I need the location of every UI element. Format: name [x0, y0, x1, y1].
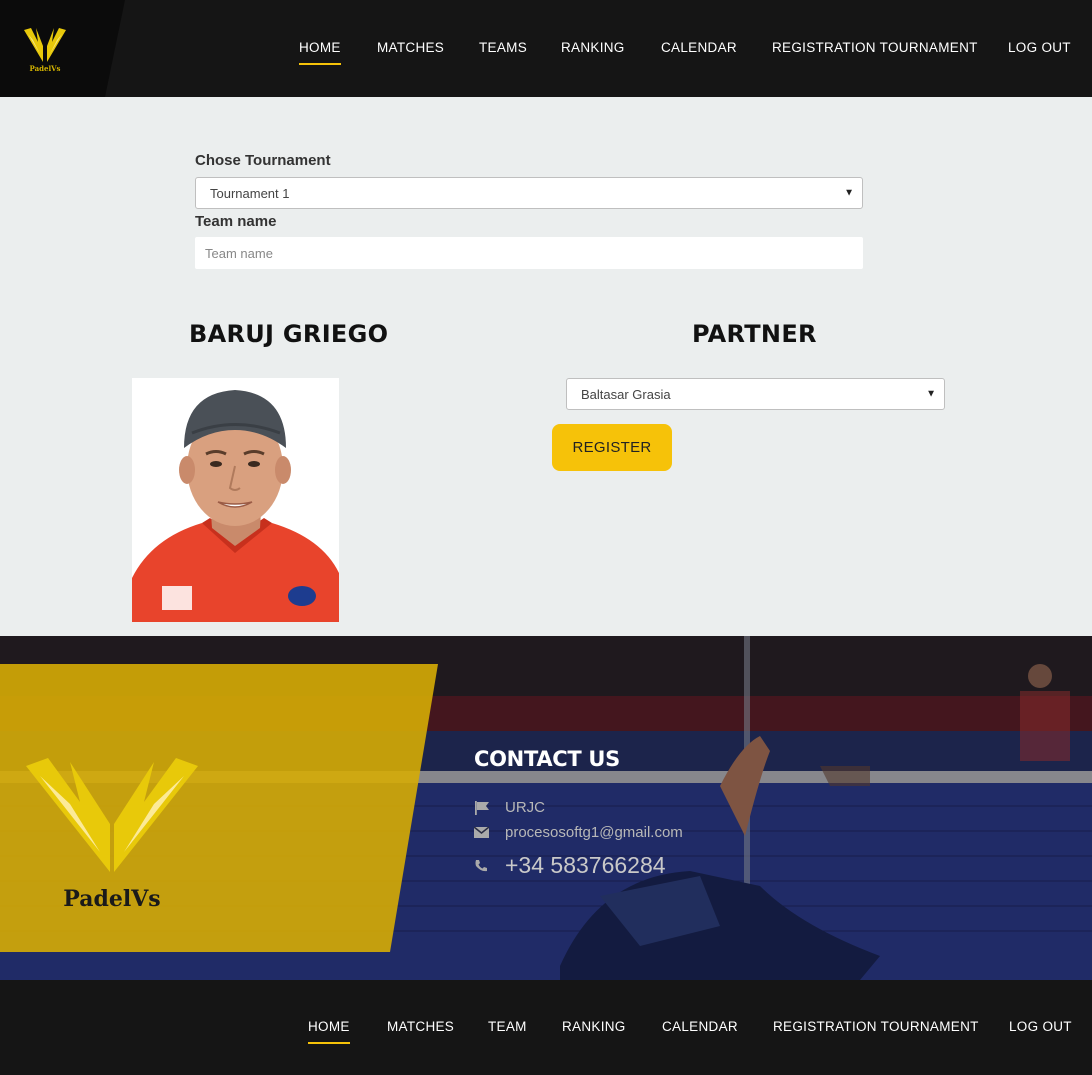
- phone-icon: [474, 859, 505, 873]
- nav-matches[interactable]: MATCHES: [377, 40, 444, 55]
- nav-home[interactable]: HOME: [299, 40, 341, 65]
- footer-nav-calendar[interactable]: CALENDAR: [662, 1019, 738, 1034]
- footer-nav-home[interactable]: HOME: [308, 1019, 350, 1044]
- register-button[interactable]: REGISTER: [552, 424, 672, 471]
- site-footer: HOME MATCHES TEAM RANKING CALENDAR REGIS…: [0, 980, 1092, 1075]
- partner-select-value: Baltasar Grasia: [581, 386, 671, 402]
- envelope-icon: [474, 826, 505, 839]
- footer-nav-team[interactable]: TEAM: [488, 1019, 527, 1034]
- site-header: PadelVs HOME MATCHES TEAMS RANKING CALEN…: [0, 0, 1092, 97]
- contact-phone[interactable]: +34 583766284: [505, 852, 666, 879]
- padelvs-logo[interactable]: PadelVs: [16, 20, 74, 75]
- team-name-input[interactable]: [195, 237, 863, 269]
- svg-text:PadelVs: PadelVs: [30, 64, 61, 73]
- contact-phone-row: +34 583766284: [474, 852, 666, 879]
- footer-nav-log-out[interactable]: LOG OUT: [1009, 1019, 1072, 1034]
- team-name-label: Team name: [195, 213, 277, 230]
- chevron-down-icon: ▼: [844, 187, 854, 199]
- contact-title: CONTACT US: [474, 747, 621, 771]
- contact-address-row: URJC: [474, 799, 545, 816]
- contact-section: PadelVs CONTACT US URJC procesosoftg1@gm…: [0, 636, 1092, 980]
- contact-email-row: procesosoftg1@gmail.com: [474, 824, 683, 841]
- contact-address: URJC: [505, 799, 545, 816]
- player-portrait-image: [132, 378, 339, 622]
- tournament-label: Chose Tournament: [195, 152, 331, 169]
- player-name-heading: BARUJ GRIEGO: [189, 320, 389, 348]
- padelvs-logo-large: PadelVs: [26, 758, 198, 912]
- nav-registration-tournament[interactable]: REGISTRATION TOURNAMENT: [772, 40, 978, 55]
- tournament-select[interactable]: Tournament 1 ▼: [195, 177, 863, 209]
- tournament-select-value: Tournament 1: [210, 185, 290, 201]
- contact-email[interactable]: procesosoftg1@gmail.com: [505, 824, 683, 841]
- footer-nav-ranking[interactable]: RANKING: [562, 1019, 626, 1034]
- partner-select[interactable]: Baltasar Grasia ▼: [566, 378, 945, 410]
- partner-heading: PARTNER: [692, 320, 817, 348]
- svg-text:PadelVs: PadelVs: [63, 886, 160, 912]
- chevron-down-icon: ▼: [926, 388, 936, 400]
- nav-calendar[interactable]: CALENDAR: [661, 40, 737, 55]
- footer-nav-registration-tournament[interactable]: REGISTRATION TOURNAMENT: [773, 1019, 979, 1034]
- player-photo: [132, 378, 339, 622]
- footer-nav-matches[interactable]: MATCHES: [387, 1019, 454, 1034]
- nav-teams[interactable]: TEAMS: [479, 40, 527, 55]
- nav-log-out[interactable]: LOG OUT: [1008, 40, 1071, 55]
- flag-icon: [474, 800, 505, 815]
- nav-ranking[interactable]: RANKING: [561, 40, 625, 55]
- logo-container[interactable]: PadelVs: [0, 0, 125, 97]
